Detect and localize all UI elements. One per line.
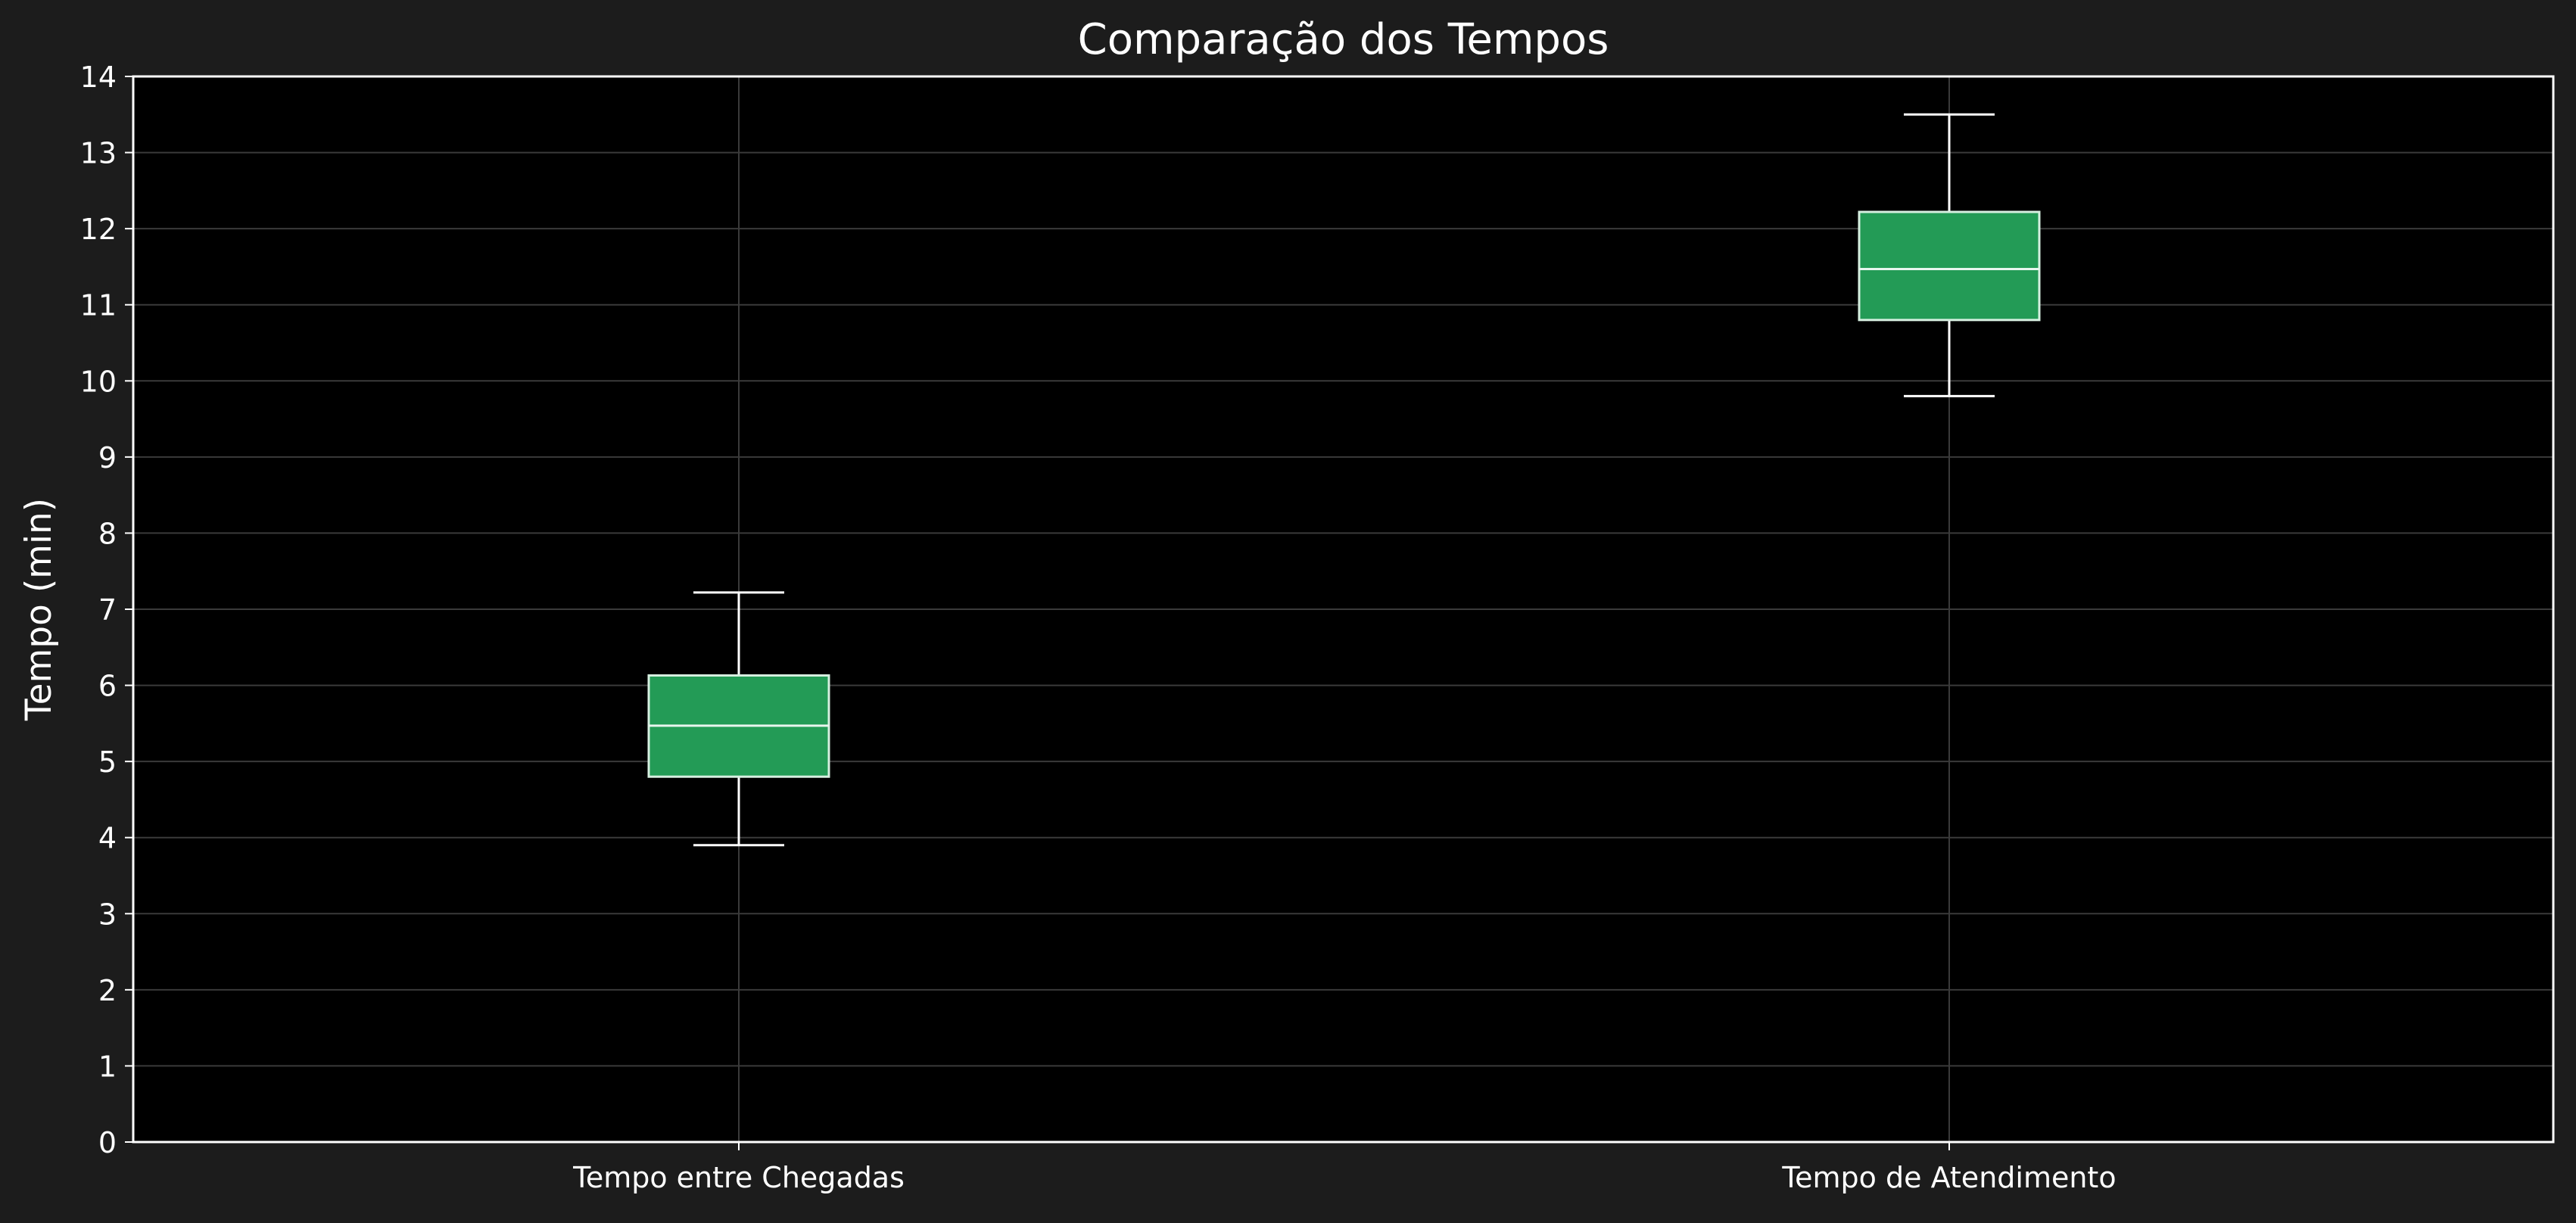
y-tick-label: 8 xyxy=(98,517,117,550)
y-tick-label: 11 xyxy=(80,289,117,322)
x-tick-label: Tempo de Atendimento xyxy=(1781,1161,2116,1194)
y-tick-label: 13 xyxy=(80,137,117,170)
y-tick-label: 7 xyxy=(98,593,117,627)
y-tick-label: 4 xyxy=(98,822,117,855)
y-tick-label: 10 xyxy=(80,365,117,398)
y-tick-label: 1 xyxy=(98,1050,117,1083)
y-axis-label: Tempo (min) xyxy=(18,498,60,721)
x-tick-label: Tempo entre Chegadas xyxy=(572,1161,905,1194)
y-tick-label: 14 xyxy=(80,61,117,94)
y-tick-label: 0 xyxy=(98,1126,117,1159)
box-iqr xyxy=(1858,210,2041,322)
y-tick-label: 2 xyxy=(98,974,117,1007)
box-plot-chart: 01234567891011121314Tempo entre Chegadas… xyxy=(18,15,2555,1194)
chart-title: Comparação dos Tempos xyxy=(1078,15,1609,64)
y-tick-label: 9 xyxy=(98,441,117,475)
y-tick-label: 5 xyxy=(98,745,117,779)
chart-container: 0 1 2 3 4 5 6 7 8 9 10 11 12 13 14 Tempo entre Chegadas… xyxy=(0,0,2576,1219)
y-tick-label: 3 xyxy=(98,898,117,931)
y-tick-label: 12 xyxy=(80,213,117,246)
y-tick-label: 6 xyxy=(98,670,117,703)
